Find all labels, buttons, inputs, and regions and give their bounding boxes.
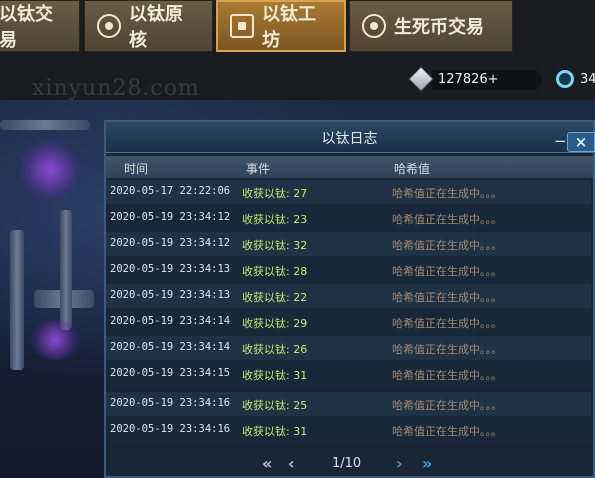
titan-log-dialog: 以钛日志 × 时间 事件 哈希值 2020-05-17 22:22:06 收获以…	[104, 120, 595, 478]
column-header-time: 时间	[124, 162, 149, 176]
last-page-button[interactable]: »	[422, 454, 432, 473]
coin-icon	[362, 14, 386, 38]
cell-hash: 哈希值正在生成中。。。	[392, 187, 502, 200]
cell-hash: 哈希值正在生成中。。。	[392, 265, 502, 278]
cell-event: 收获以钛: 22	[242, 291, 308, 304]
table-row: 2020-05-17 22:22:06 收获以钛: 27 哈希值正在生成中。。。	[106, 180, 591, 204]
cell-event: 收获以钛: 27	[242, 187, 308, 200]
prev-page-button[interactable]: ‹	[288, 454, 295, 473]
background-pipe	[10, 230, 24, 370]
cell-hash: 哈希值正在生成中。。。	[392, 369, 502, 382]
next-page-button[interactable]: ›	[396, 454, 403, 473]
cell-event: 收获以钛: 26	[242, 343, 308, 356]
dialog-header: 以钛日志 ×	[106, 122, 595, 153]
cell-time: 2020-05-19 23:34:14	[110, 341, 231, 353]
cell-event: 收获以钛: 32	[242, 239, 308, 252]
cell-hash: 哈希值正在生成中。。。	[392, 213, 502, 226]
background-pipe	[0, 120, 90, 130]
page-indicator: 1/10	[332, 456, 362, 471]
table-row: 2020-05-19 23:34:16 收获以钛: 25 哈希值正在生成中。。。	[106, 392, 591, 416]
cube-amount: 127826+	[438, 71, 499, 87]
cell-hash: 哈希值正在生成中。。。	[392, 291, 502, 304]
table-row: 2020-05-19 23:34:15 收获以钛: 31 哈希值正在生成中。。。	[106, 362, 591, 386]
cell-hash: 哈希值正在生成中。。。	[392, 399, 502, 412]
cell-time: 2020-05-19 23:34:13	[110, 263, 231, 275]
cell-event: 收获以钛: 23	[242, 213, 308, 226]
background-glow	[30, 320, 80, 360]
tab-label: 以钛原核	[129, 4, 183, 51]
cell-time: 2020-05-17 22:22:06	[110, 185, 231, 197]
background-glow	[20, 140, 80, 200]
table-row: 2020-05-19 23:34:12 收获以钛: 32 哈希值正在生成中。。。	[106, 232, 591, 256]
cube-icon	[408, 66, 434, 92]
table-row: 2020-05-19 23:34:13 收获以钛: 22 哈希值正在生成中。。。	[106, 284, 591, 308]
cell-event: 收获以钛: 31	[242, 369, 308, 382]
pagination: « ‹ 1/10 › »	[106, 450, 593, 478]
close-button[interactable]: ×	[554, 132, 595, 152]
table-header: 时间 事件 哈希值	[106, 156, 593, 178]
cell-time: 2020-05-19 23:34:12	[110, 237, 231, 249]
cell-event: 收获以钛: 28	[242, 265, 308, 278]
ring-icon	[556, 70, 574, 88]
cell-time: 2020-05-19 23:34:14	[110, 315, 231, 327]
cell-time: 2020-05-19 23:34:16	[110, 397, 231, 409]
tab-label: 生死币交易	[394, 17, 484, 38]
cube-currency: 127826+	[408, 66, 499, 92]
cell-hash: 哈希值正在生成中。。。	[392, 425, 502, 438]
table-row: 2020-05-19 23:34:12 收获以钛: 23 哈希值正在生成中。。。	[106, 206, 591, 230]
tab-titan-workshop[interactable]: 以钛工坊	[216, 0, 346, 52]
tab-label: 以钛工坊	[262, 4, 316, 51]
dialog-title: 以钛日志	[321, 131, 378, 147]
table-row: 2020-05-19 23:34:13 收获以钛: 28 哈希值正在生成中。。。	[106, 258, 591, 282]
cell-hash: 哈希值正在生成中。。。	[392, 317, 502, 330]
cell-event: 收获以钛: 25	[242, 399, 308, 412]
cell-event: 收获以钛: 31	[242, 425, 308, 438]
tab-life-death-coin-trade[interactable]: 生死币交易	[349, 0, 513, 52]
table-row: 2020-05-19 23:34:14 收获以钛: 29 哈希值正在生成中。。。	[106, 310, 591, 334]
watermark: xinyun28.com	[32, 76, 200, 101]
cell-hash: 哈希值正在生成中。。。	[392, 239, 502, 252]
core-icon	[97, 14, 121, 38]
cell-event: 收获以钛: 29	[242, 317, 308, 330]
table-row: 2020-05-19 23:34:14 收获以钛: 26 哈希值正在生成中。。。	[106, 336, 591, 360]
ring-currency: 34	[556, 66, 595, 92]
cell-time: 2020-05-19 23:34:13	[110, 289, 231, 301]
top-navigation: 以钛交易 以钛原核 以钛工坊 生死币交易	[0, 0, 595, 53]
first-page-button[interactable]: «	[262, 454, 272, 473]
cell-time: 2020-05-19 23:34:16	[110, 423, 231, 435]
table-row: 2020-05-19 23:34:16 收获以钛: 31 哈希值正在生成中。。。	[106, 418, 591, 442]
background-pipe	[60, 210, 72, 330]
column-header-hash: 哈希值	[394, 162, 431, 176]
home-icon	[230, 14, 254, 38]
cell-time: 2020-05-19 23:34:12	[110, 211, 231, 223]
cell-hash: 哈希值正在生成中。。。	[392, 343, 502, 356]
cell-time: 2020-05-19 23:34:15	[110, 367, 231, 379]
tab-titan-core[interactable]: 以钛原核	[84, 0, 213, 52]
ring-amount: 34	[580, 71, 595, 87]
tab-label: 以钛交易	[0, 4, 53, 51]
column-header-event: 事件	[246, 162, 271, 176]
tab-titan-trade[interactable]: 以钛交易	[0, 0, 80, 52]
